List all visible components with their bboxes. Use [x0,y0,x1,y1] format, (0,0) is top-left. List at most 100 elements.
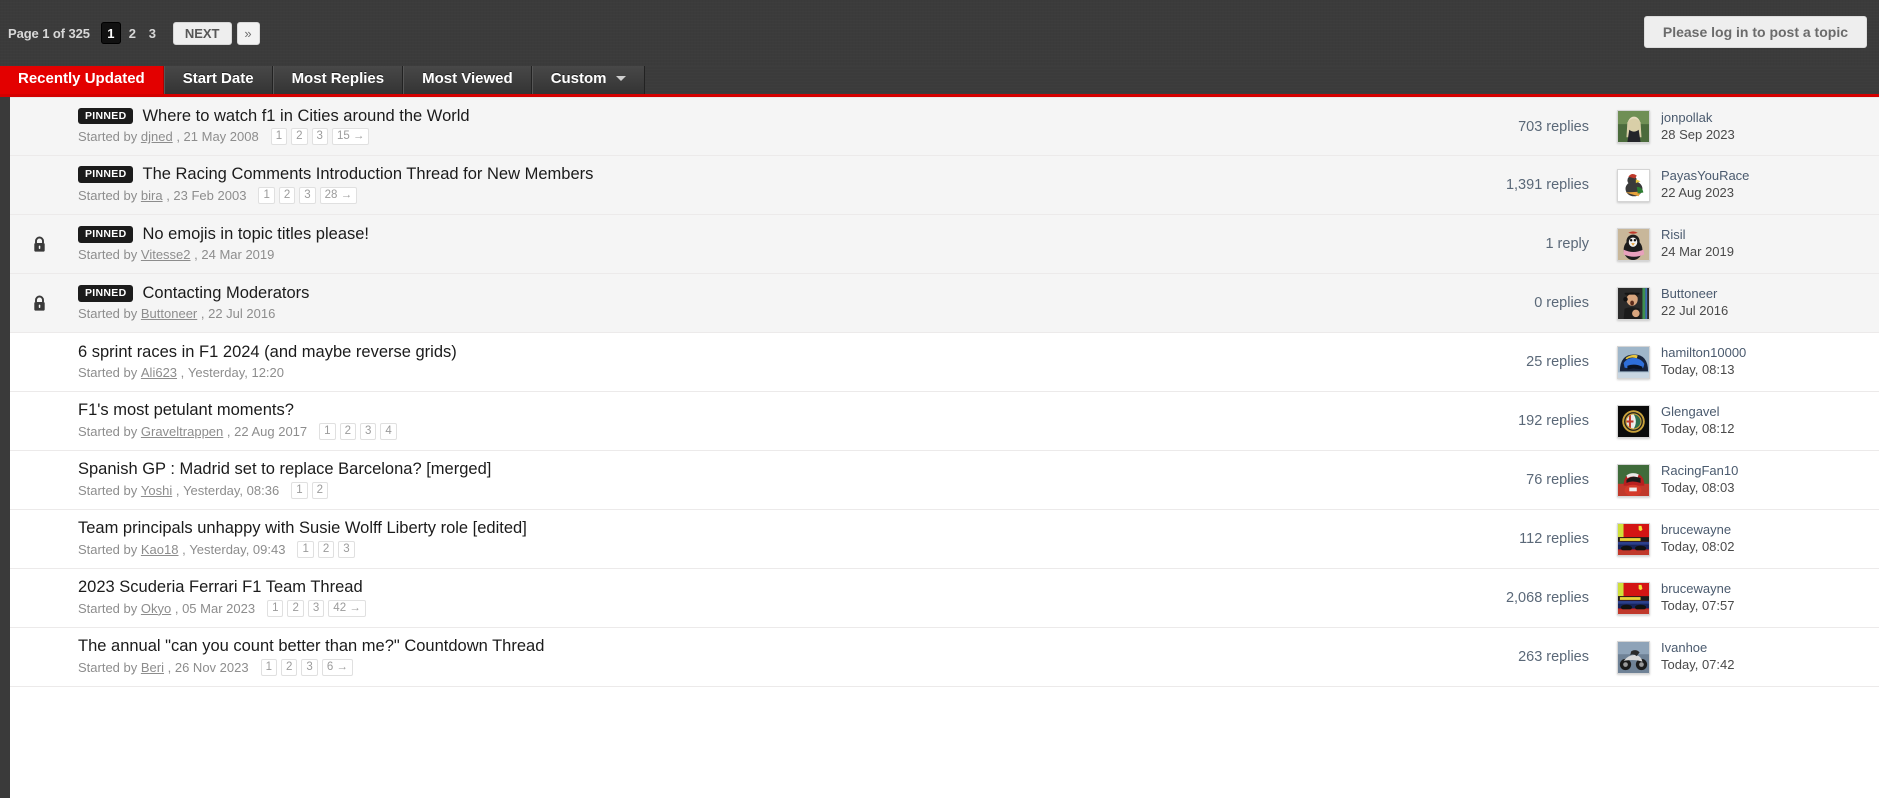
topic-title-link[interactable]: F1's most petulant moments? [78,402,294,419]
tab-most-replies[interactable]: Most Replies [272,63,404,94]
avatar[interactable] [1617,286,1650,320]
topic-main-column: The annual "can you count better than me… [68,638,1387,676]
topic-page-link[interactable]: 1 [258,186,275,204]
topic-title-link[interactable]: 6 sprint races in F1 2024 (and maybe rev… [78,344,457,361]
last-post-user-link[interactable]: hamilton10000 [1661,345,1746,362]
topic-meta-line: Started by Ali623 , Yesterday, 12:20 [78,365,1387,380]
avatar[interactable] [1617,581,1650,615]
topic-page-link[interactable]: 2 [287,599,304,617]
topic-author-link[interactable]: Vitesse2 [141,247,191,262]
topic-author-link[interactable]: Graveltrappen [141,424,223,439]
topic-author-link[interactable]: Beri [141,660,164,675]
topic-author-link[interactable]: Okyo [141,601,171,616]
topic-page-link[interactable]: 4 [380,422,397,440]
avatar[interactable] [1617,463,1650,497]
topic-page-link[interactable]: 28 → [319,186,358,204]
topic-page-link[interactable]: 6 → [321,658,353,676]
last-post-user-link[interactable]: Buttoneer [1661,286,1728,303]
avatar[interactable] [1617,404,1650,438]
topic-author-link[interactable]: Yoshi [141,483,172,498]
topic-page-link[interactable]: 2 [281,658,298,676]
topic-page-link[interactable]: 42 → [328,599,366,617]
avatar[interactable] [1617,345,1650,379]
topic-title-link[interactable]: Spanish GP : Madrid set to replace Barce… [78,461,491,478]
topic-page-link[interactable]: 2 [291,128,308,146]
topic-page-link[interactable]: 1 [319,422,336,440]
topic-page-link[interactable]: 3 [301,658,318,676]
topic-page-link[interactable]: 3 [311,128,328,146]
avatar[interactable] [1617,640,1650,674]
topic-reply-count: 263 replies [1518,649,1589,665]
topic-last-post: brucewayne Today, 07:57 [1617,581,1879,615]
page-link-2[interactable]: 2 [124,23,141,44]
topic-author-link[interactable]: bira [141,188,163,203]
topic-meta-line: Started by Okyo , 05 Mar 2023 1 2 3 42 → [78,599,1387,617]
topic-row[interactable]: The annual "can you count better than me… [10,628,1879,687]
topic-page-link[interactable]: 2 [339,422,356,440]
topic-page-link[interactable]: 2 [311,481,329,499]
avatar[interactable] [1617,168,1650,202]
last-post-user-link[interactable]: RacingFan10 [1661,463,1738,480]
topic-page-link[interactable]: 1 [297,540,314,558]
page-link-3[interactable]: 3 [144,23,161,44]
topic-row[interactable]: PINNED The Racing Comments Introduction T… [10,156,1879,215]
topic-row[interactable]: PINNED No emojis in topic titles please! S… [10,215,1879,274]
topic-page-link[interactable]: 3 [338,540,355,558]
topic-page-link[interactable]: 2 [278,186,296,204]
avatar[interactable] [1617,227,1650,261]
topic-title-link[interactable]: The Racing Comments Introduction Thread … [142,166,593,183]
topic-page-link[interactable]: 15 → [331,128,370,146]
topic-row[interactable]: 2023 Scuderia Ferrari F1 Team Thread Star… [10,569,1879,628]
topic-last-post: hamilton10000 Today, 08:13 [1617,345,1879,379]
topic-row[interactable]: PINNED Where to watch f1 in Cities around… [10,97,1879,156]
topic-row[interactable]: F1's most petulant moments? Started by Gr… [10,392,1879,451]
topic-title-link[interactable]: Team principals unhappy with Susie Wolff… [78,520,527,537]
tab-custom[interactable]: Custom [531,63,645,94]
topic-title-link[interactable]: The annual "can you count better than me… [78,638,544,655]
tab-start-date[interactable]: Start Date [163,63,273,94]
topic-row[interactable]: 6 sprint races in F1 2024 (and maybe rev… [10,333,1879,392]
last-post-user-link[interactable]: Risil [1661,227,1734,244]
last-post-user-link[interactable]: jonpollak [1661,110,1735,127]
page-link-1[interactable]: 1 [100,22,121,44]
topic-author-link[interactable]: Kao18 [141,542,179,557]
topic-meta-line: Started by Kao18 , Yesterday, 09:43 1 2 3 [78,540,1387,558]
topic-title-link[interactable]: No emojis in topic titles please! [142,226,369,243]
last-post-user-link[interactable]: Ivanhoe [1661,640,1734,657]
topic-title-link[interactable]: 2023 Scuderia Ferrari F1 Team Thread [78,579,363,596]
topic-title-link[interactable]: Where to watch f1 in Cities around the W… [142,108,469,125]
topic-main-column: 2023 Scuderia Ferrari F1 Team Thread Star… [68,579,1387,617]
topic-page-link[interactable]: 1 [270,128,288,146]
last-post-text: Ivanhoe Today, 07:42 [1661,640,1734,673]
topic-main-column: 6 sprint races in F1 2024 (and maybe rev… [68,344,1387,380]
avatar[interactable] [1617,522,1650,556]
last-page-button[interactable]: » [236,21,260,45]
login-to-post-button[interactable]: Please log in to post a topic [1643,16,1867,48]
tab-recently-updated[interactable]: Recently Updated [0,63,164,94]
topic-row[interactable]: Spanish GP : Madrid set to replace Barce… [10,451,1879,510]
topic-author-link[interactable]: Ali623 [141,365,177,380]
topic-page-link[interactable]: 1 [291,481,308,499]
last-post-user-link[interactable]: brucewayne [1661,581,1734,598]
topic-title-line: Spanish GP : Madrid set to replace Barce… [78,461,1387,478]
next-page-button[interactable]: NEXT [172,21,232,45]
avatar[interactable] [1617,110,1650,143]
last-post-user-link[interactable]: PayasYouRace [1661,168,1749,185]
topic-title-link[interactable]: Contacting Moderators [142,285,309,302]
topic-title-line: 6 sprint races in F1 2024 (and maybe rev… [78,344,1387,361]
topic-author-link[interactable]: djned [141,129,173,144]
topic-page-link[interactable]: 1 [267,599,284,617]
topic-author-link[interactable]: Buttoneer [141,306,197,321]
topic-page-link[interactable]: 3 [307,599,325,617]
topic-reply-count: 1,391 replies [1505,177,1589,193]
topic-page-link[interactable]: 3 [359,422,377,440]
last-post-user-link[interactable]: Glengavel [1661,404,1734,421]
topic-row[interactable]: PINNED Contacting Moderators Started by Bu… [10,274,1879,333]
page-indicator: Page 1 of 325 [8,26,90,41]
last-post-user-link[interactable]: brucewayne [1661,522,1734,539]
topic-page-link[interactable]: 3 [299,186,316,204]
topic-row[interactable]: Team principals unhappy with Susie Wolff… [10,510,1879,569]
topic-page-link[interactable]: 1 [260,658,277,676]
tab-most-viewed[interactable]: Most Viewed [403,63,532,94]
topic-page-link[interactable]: 2 [317,540,335,558]
